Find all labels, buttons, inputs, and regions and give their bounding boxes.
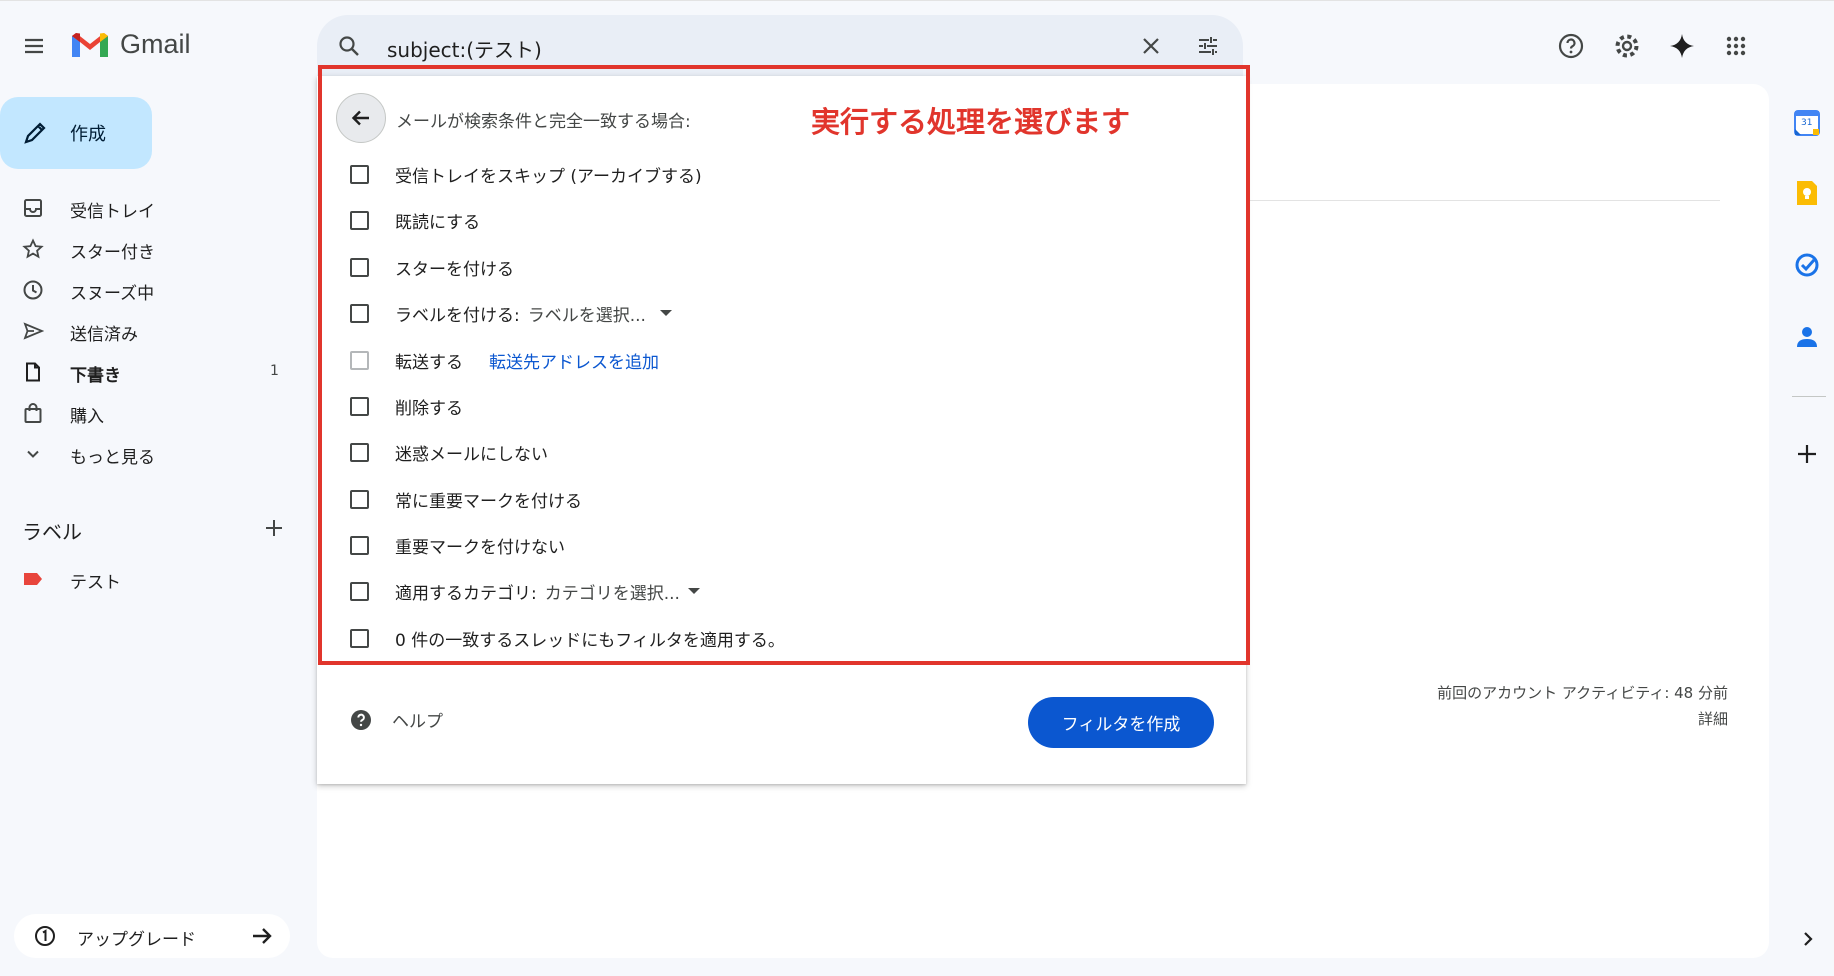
send-icon [22, 320, 44, 342]
add-icon[interactable] [1796, 443, 1818, 465]
step-one-icon [34, 925, 56, 947]
calendar-day: 31 [1801, 118, 1813, 128]
draft-icon [22, 361, 44, 383]
help-link[interactable]: ヘルプ [350, 707, 443, 732]
sidebar-item-inbox[interactable]: 受信トレイ [0, 190, 300, 226]
draft-count: 1 [270, 363, 279, 379]
help-icon[interactable] [1547, 22, 1595, 70]
sidebar-item-label: 送信済み [70, 325, 138, 345]
sidebar-item-purchases[interactable]: 購入 [0, 395, 300, 431]
chevron-down-icon [22, 443, 44, 465]
search-icon[interactable] [325, 22, 373, 70]
labels-heading: ラベル [22, 520, 82, 544]
hamburger-menu-icon[interactable] [10, 22, 58, 70]
label-name: テスト [70, 573, 121, 593]
apps-grid-icon[interactable] [1712, 22, 1760, 70]
details-link[interactable]: 詳細 [1437, 706, 1728, 732]
contacts-icon[interactable] [1796, 325, 1818, 349]
sidebar-item-starred[interactable]: スター付き [0, 231, 300, 267]
gmail-logo[interactable]: Gmail [70, 29, 191, 60]
help-label: ヘルプ [392, 712, 443, 732]
star-icon [22, 238, 44, 260]
sidebar-item-sent[interactable]: 送信済み [0, 313, 300, 349]
search-input[interactable]: subject:(テスト) [387, 34, 542, 63]
sidebar-item-label: 下書き [70, 366, 121, 386]
gmail-wordmark: Gmail [120, 29, 191, 59]
sidebar-item-label: もっと見る [70, 448, 155, 468]
sidebar-item-drafts[interactable]: 下書き 1 [0, 354, 300, 390]
compose-button[interactable]: 作成 [0, 97, 152, 169]
label-tag-icon [22, 568, 44, 590]
tasks-icon[interactable] [1795, 253, 1819, 277]
add-label-icon[interactable] [250, 504, 298, 552]
sidebar-label-test[interactable]: テスト [0, 561, 300, 597]
calendar-icon[interactable]: 31 [1794, 110, 1820, 136]
pencil-icon [24, 122, 46, 144]
account-activity: 前回のアカウント アクティビティ: 48 分前 詳細 [1437, 680, 1728, 732]
sidebar-item-label: 受信トレイ [70, 202, 155, 222]
activity-text: 前回のアカウント アクティビティ: 48 分前 [1437, 684, 1728, 702]
shopping-bag-icon [22, 402, 44, 424]
chevron-right-icon[interactable] [1800, 930, 1816, 948]
clear-search-icon[interactable] [1127, 22, 1175, 70]
inbox-icon [22, 197, 44, 219]
sidebar-item-snoozed[interactable]: スヌーズ中 [0, 272, 300, 308]
annotation-highlight-box [318, 65, 1250, 665]
arrow-right-icon [250, 924, 274, 948]
search-options-icon[interactable] [1184, 22, 1232, 70]
divider [1240, 200, 1720, 201]
upgrade-button[interactable]: アップグレード [14, 914, 290, 958]
gemini-sparkle-icon[interactable] [1658, 22, 1706, 70]
gmail-m-icon [72, 32, 108, 57]
upgrade-label: アップグレード [77, 930, 196, 950]
help-circle-icon [351, 709, 371, 730]
sidebar-item-label: 購入 [70, 407, 104, 427]
clock-icon [22, 279, 44, 301]
rail-divider [1792, 396, 1826, 397]
settings-icon[interactable] [1603, 22, 1651, 70]
keep-icon[interactable] [1795, 180, 1819, 206]
create-filter-button[interactable]: フィルタを作成 [1028, 697, 1214, 748]
sidebar-item-label: スター付き [70, 243, 155, 263]
sidebar-item-label: スヌーズ中 [70, 284, 155, 304]
sidebar-item-more[interactable]: もっと見る [0, 436, 300, 472]
compose-label: 作成 [70, 124, 106, 145]
